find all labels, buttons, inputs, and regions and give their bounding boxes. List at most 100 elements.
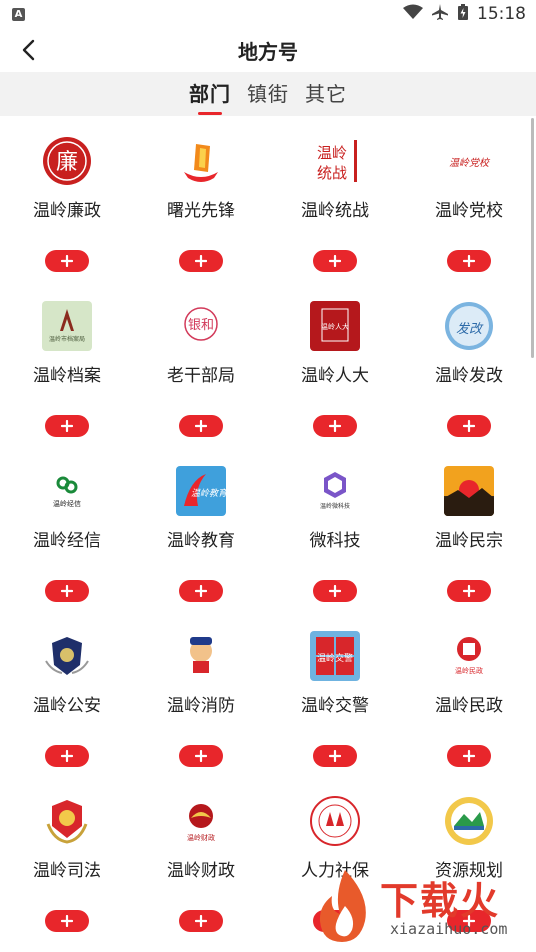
subscribe-button[interactable] — [45, 745, 89, 767]
tongzhan-logo-icon: 温岭 统战 — [310, 136, 360, 186]
account-name: 温岭档案 — [33, 366, 101, 386]
plus-icon — [463, 255, 475, 267]
plus-icon — [463, 750, 475, 762]
subscribe-button[interactable] — [179, 910, 223, 932]
account-name: 曙光先锋 — [167, 201, 235, 221]
account-name: 温岭教育 — [167, 531, 235, 551]
subscribe-button[interactable] — [45, 250, 89, 272]
account-item[interactable]: 温岭人大 温岭人大 — [268, 293, 402, 458]
plus-icon — [463, 585, 475, 597]
jiaojing-logo-icon: 温岭交警 — [310, 631, 360, 681]
account-name: 温岭公安 — [33, 696, 101, 716]
plus-icon — [195, 750, 207, 762]
plus-icon — [463, 420, 475, 432]
plus-icon — [329, 420, 341, 432]
account-item[interactable]: 温岭党校 温岭党校 — [402, 128, 536, 293]
subscribe-button[interactable] — [447, 745, 491, 767]
plus-icon — [329, 750, 341, 762]
account-name: 温岭司法 — [33, 861, 101, 881]
svg-text:银和: 银和 — [188, 318, 214, 333]
account-item[interactable]: 温岭司法 — [0, 788, 134, 952]
account-name: 温岭党校 — [435, 201, 503, 221]
account-item[interactable]: 温岭经信 温岭经信 — [0, 458, 134, 623]
tab-bumen[interactable]: 部门 — [189, 74, 231, 115]
nav-bar: 地方号 — [0, 28, 536, 72]
subscribe-button[interactable] — [45, 910, 89, 932]
account-name: 温岭廉政 — [33, 201, 101, 221]
shebao-logo-icon — [310, 796, 360, 846]
minzheng-logo-icon: 温岭民政 — [444, 631, 494, 681]
plus-icon — [329, 255, 341, 267]
account-item[interactable]: 银和 老干部局 — [134, 293, 268, 458]
subscribe-button[interactable] — [179, 580, 223, 602]
tab-zhenjie[interactable]: 镇街 — [247, 74, 289, 115]
shuguang-logo-icon — [176, 136, 226, 186]
account-name: 温岭交警 — [301, 696, 369, 716]
gongan-logo-icon — [42, 631, 92, 681]
svg-text:发改: 发改 — [456, 322, 484, 337]
plus-icon — [61, 420, 73, 432]
dangan-logo-icon: 温岭市档案局 — [42, 301, 92, 351]
jingxin-logo-icon: 温岭经信 — [42, 466, 92, 516]
back-arrow-icon — [22, 39, 35, 61]
subscribe-button[interactable] — [313, 250, 357, 272]
laoganbu-logo-icon: 银和 — [176, 301, 226, 351]
subscribe-button[interactable] — [447, 580, 491, 602]
account-item[interactable]: 温岭财政 温岭财政 — [134, 788, 268, 952]
battery-icon — [457, 3, 469, 25]
page-title: 地方号 — [238, 39, 298, 64]
plus-icon — [195, 585, 207, 597]
account-item[interactable]: 温岭民政 温岭民政 — [402, 623, 536, 788]
subscribe-button[interactable] — [447, 415, 491, 437]
account-item[interactable]: 温岭公安 — [0, 623, 134, 788]
subscribe-button[interactable] — [447, 250, 491, 272]
account-item[interactable]: 曙光先锋 — [134, 128, 268, 293]
renda-logo-icon: 温岭人大 — [310, 301, 360, 351]
scrollbar[interactable] — [531, 118, 534, 358]
svg-text:统战: 统战 — [317, 164, 347, 182]
svg-text:温岭民政: 温岭民政 — [455, 666, 483, 675]
back-button[interactable] — [14, 36, 42, 64]
account-item[interactable]: 温岭教育 温岭教育 — [134, 458, 268, 623]
subscribe-button[interactable] — [45, 415, 89, 437]
subscribe-button[interactable] — [179, 745, 223, 767]
plus-icon — [329, 585, 341, 597]
subscribe-button[interactable] — [45, 580, 89, 602]
account-name: 温岭民政 — [435, 696, 503, 716]
plus-icon — [61, 585, 73, 597]
svg-text:温岭市档案局: 温岭市档案局 — [49, 335, 85, 343]
svg-text:温岭人大: 温岭人大 — [321, 322, 349, 331]
tab-qita[interactable]: 其它 — [305, 74, 347, 115]
subscribe-button[interactable] — [179, 250, 223, 272]
plus-icon — [61, 915, 73, 927]
category-tabs: 部门 镇街 其它 — [0, 72, 536, 116]
account-item[interactable]: 温岭 统战 温岭统战 — [268, 128, 402, 293]
account-item[interactable]: 温岭市档案局温岭档案 — [0, 293, 134, 458]
plus-icon — [195, 420, 207, 432]
svg-text:温岭交警: 温岭交警 — [317, 652, 353, 664]
account-item[interactable]: 廉温岭廉政 — [0, 128, 134, 293]
account-item[interactable]: 温岭民宗 — [402, 458, 536, 623]
plus-icon — [195, 915, 207, 927]
account-item[interactable]: 温岭交警 温岭交警 — [268, 623, 402, 788]
account-item[interactable]: 发改 温岭发改 — [402, 293, 536, 458]
svg-text:廉: 廉 — [56, 150, 78, 175]
account-item[interactable]: 温岭微科技 微科技 — [268, 458, 402, 623]
plus-icon — [61, 255, 73, 267]
svg-text:温岭教育: 温岭教育 — [191, 488, 226, 499]
subscribe-button[interactable] — [313, 415, 357, 437]
account-item[interactable]: 温岭消防 — [134, 623, 268, 788]
account-name: 温岭民宗 — [435, 531, 503, 551]
subscribe-button[interactable] — [313, 580, 357, 602]
svg-text:温岭财政: 温岭财政 — [187, 833, 215, 842]
plus-icon — [61, 750, 73, 762]
watermark-text: 下载火 — [380, 879, 501, 923]
subscribe-button[interactable] — [313, 745, 357, 767]
subscribe-button[interactable] — [179, 415, 223, 437]
notification-icon: A — [12, 7, 25, 21]
account-name: 温岭统战 — [301, 201, 369, 221]
plus-icon — [195, 255, 207, 267]
svg-text:温岭党校: 温岭党校 — [449, 157, 491, 169]
account-name: 温岭消防 — [167, 696, 235, 716]
svg-text:温岭经信: 温岭经信 — [53, 499, 81, 508]
